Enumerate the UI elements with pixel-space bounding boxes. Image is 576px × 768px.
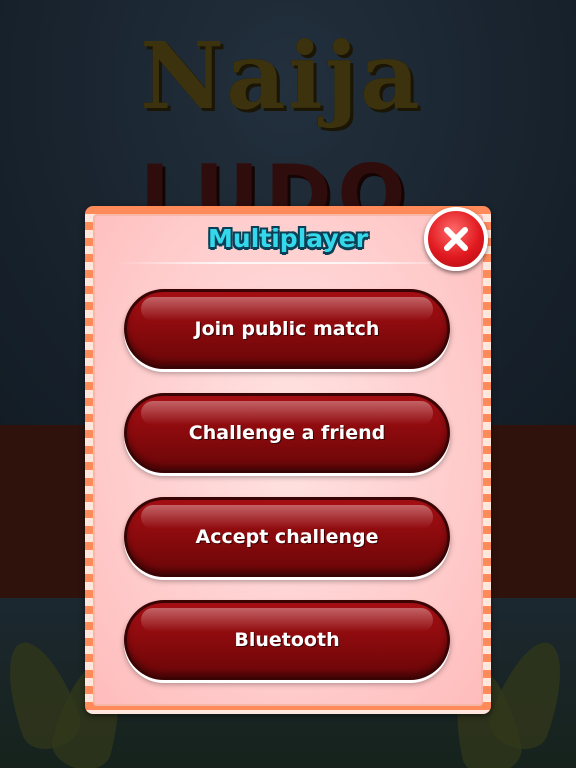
button-label: Accept challenge	[195, 526, 379, 548]
accept-challenge-button[interactable]: Accept challenge	[124, 497, 450, 577]
join-public-match-button[interactable]: Join public match	[124, 289, 450, 369]
button-label: Bluetooth	[234, 629, 340, 651]
button-label: Join public match	[194, 318, 380, 340]
button-label: Challenge a friend	[188, 422, 386, 444]
title-divider	[115, 262, 461, 264]
close-button[interactable]	[424, 207, 488, 271]
close-x-icon	[444, 227, 468, 251]
bluetooth-button[interactable]: Bluetooth	[124, 600, 450, 680]
challenge-friend-button[interactable]: Challenge a friend	[124, 393, 450, 473]
